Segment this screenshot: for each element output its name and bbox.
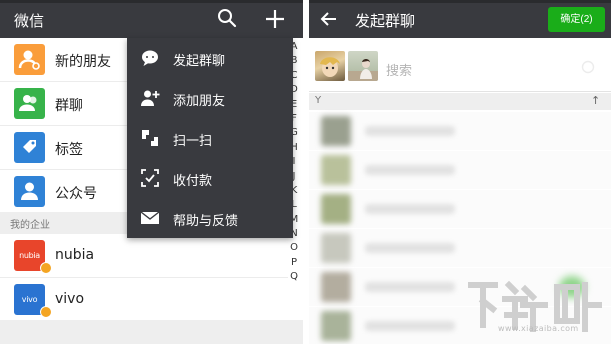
top-bar: 微信 [0,0,303,38]
blurred-name [365,126,455,136]
avatar [321,155,351,185]
status-bar [309,0,611,3]
bottom-section-strip [0,320,303,344]
plus-dropdown-menu: 发起群聊 添加朋友 扫一扫 收付款 帮助与反馈 [127,38,293,238]
contact-label: 标签 [55,142,83,158]
menu-item-scan[interactable]: 扫一扫 [127,118,293,158]
chat-bubble-icon [142,50,158,66]
contact-row[interactable] [309,190,611,228]
section-header-label: 我的企业 [10,220,50,231]
new-friends-icon [14,44,45,75]
selected-avatar[interactable] [348,51,378,81]
top-bar: 发起群聊 确定(2) [309,0,611,38]
avatar [321,116,351,146]
enterprise-row-vivo[interactable]: vivo vivo [0,278,288,322]
page-title: 发起群聊 [355,12,416,30]
enterprise-label: nubia [55,247,95,263]
avatar [321,233,351,263]
index-letter[interactable]: P [288,256,300,270]
contact-row[interactable] [309,151,611,189]
plus-icon[interactable] [264,8,286,30]
menu-item-payment[interactable]: 收付款 [127,158,293,198]
watermark-url: www.xiazaiba.com [498,324,579,333]
official-account-icon [14,176,45,207]
search-icon[interactable] [581,60,595,74]
contact-label: 群聊 [55,98,83,114]
menu-item-help-feedback[interactable]: 帮助与反馈 [127,198,293,238]
add-friend-icon [141,90,160,106]
menu-item-label: 帮助与反馈 [173,214,239,229]
payment-icon [141,169,159,187]
avatar [321,272,351,302]
avatar [321,311,351,341]
menu-item-start-group-chat[interactable]: 发起群聊 [127,38,293,78]
menu-item-label: 收付款 [173,174,213,189]
menu-item-add-friend[interactable]: 添加朋友 [127,78,293,118]
index-letter[interactable]: Q [288,270,300,284]
index-letter[interactable]: O [288,241,300,255]
section-letter: Y [315,95,322,106]
contact-row[interactable] [309,229,611,267]
group-chat-icon [14,88,45,119]
contact-row[interactable] [309,112,611,150]
back-arrow-icon[interactable] [319,9,339,29]
blurred-name [365,321,455,331]
contact-label: 新的朋友 [55,54,111,70]
contacts-screen: 微信 新的朋友 群聊 标签 公众号 我的企业 nubia nubia vivo … [0,0,303,344]
selected-avatar[interactable] [315,51,345,81]
selected-members-bar: 搜索 [309,38,611,92]
blurred-name [365,282,455,292]
confirm-button[interactable]: 确定(2) [548,7,605,32]
verified-badge-icon [40,306,52,318]
app-title: 微信 [14,12,45,30]
menu-item-label: 发起群聊 [173,54,226,69]
logo-text: vivo [21,295,38,304]
scroll-top-arrow-icon[interactable]: ↑ [591,94,600,107]
section-header-letter: Y ↑ [309,93,611,110]
logo-text: nubia [19,251,40,260]
contact-label: 公众号 [55,186,97,202]
enterprise-row-nubia[interactable]: nubia nubia [0,234,288,278]
blurred-name [365,204,455,214]
status-bar [0,0,303,3]
avatar [321,194,351,224]
enterprise-label: vivo [55,291,85,307]
blurred-name [365,165,455,175]
search-input[interactable]: 搜索 [386,60,412,79]
tag-icon [14,132,45,163]
search-icon[interactable] [217,8,237,28]
mail-icon [140,211,160,224]
blurred-name [365,243,455,253]
menu-item-label: 扫一扫 [173,134,213,149]
menu-item-label: 添加朋友 [173,94,226,109]
scan-icon [142,130,158,146]
verified-badge-icon [40,262,52,274]
